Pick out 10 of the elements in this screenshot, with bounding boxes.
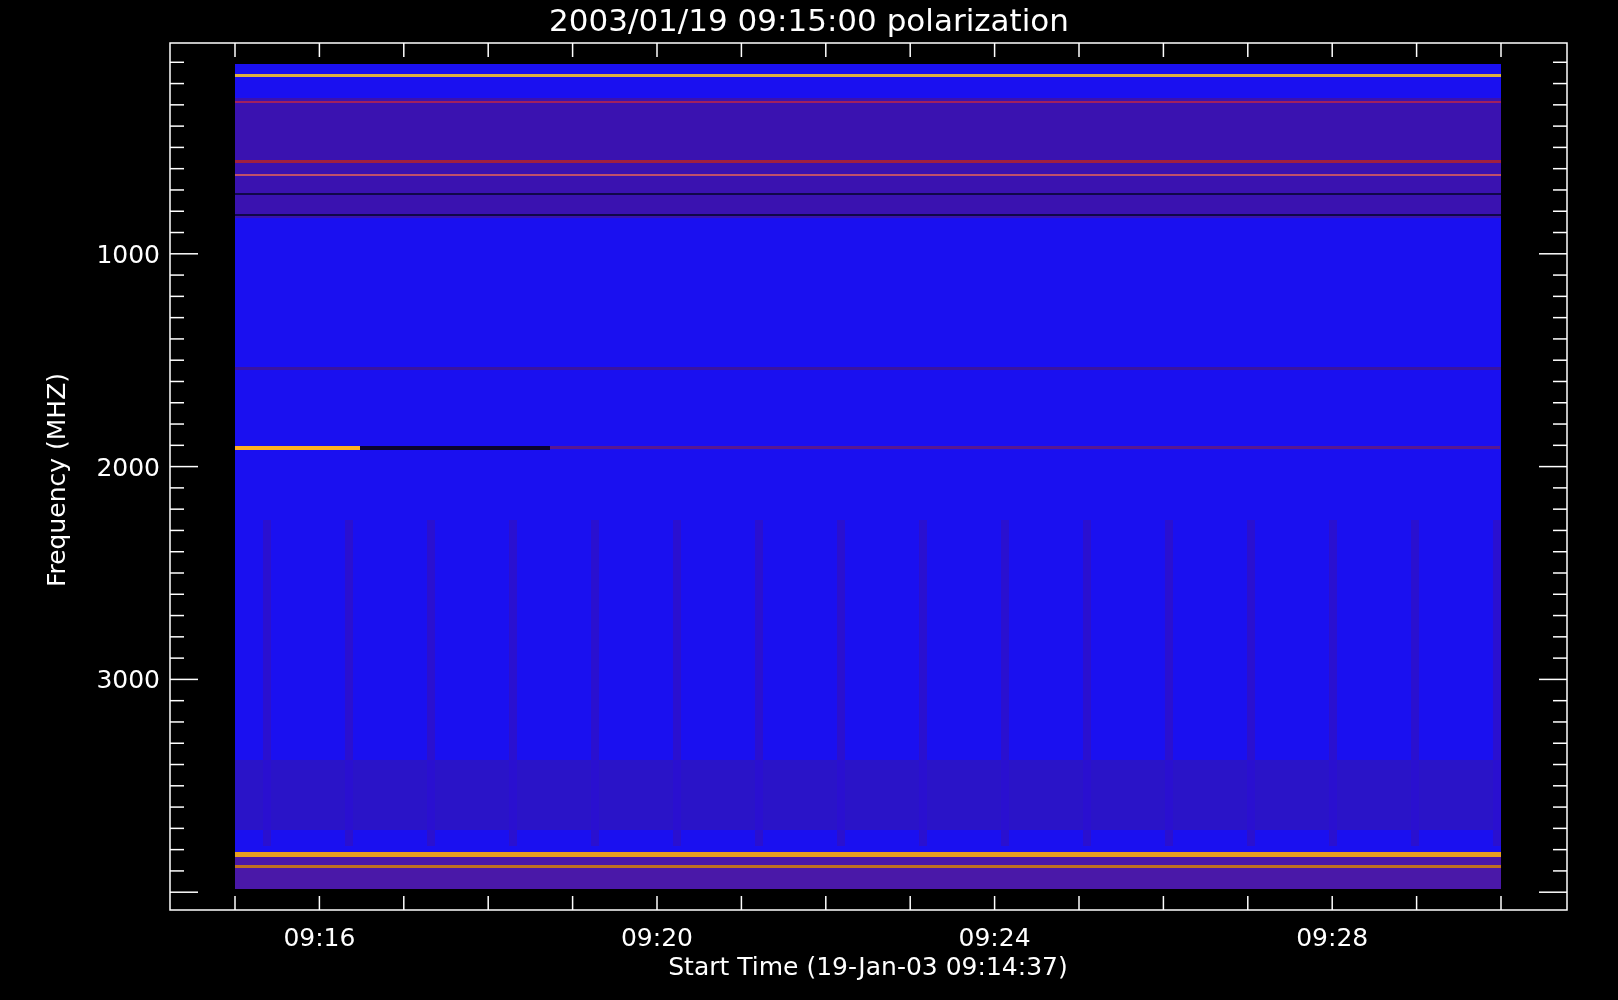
chart-title: 2003/01/19 09:15:00 polarization [549, 2, 1069, 38]
x-tick-label: 09:24 [958, 923, 1031, 952]
y-tick-label: 3000 [96, 665, 160, 695]
y-tick-label: 1000 [96, 239, 160, 269]
x-tick-label: 09:28 [1296, 923, 1369, 952]
x-tick-label: 09:20 [621, 923, 693, 952]
y-tick-label: 2000 [96, 452, 160, 482]
x-tick-label: 09:16 [283, 923, 356, 952]
y-axis-label: Frequency (MHZ) [42, 372, 71, 588]
x-axis-label: Start Time (19-Jan-03 09:14:37) [668, 952, 1068, 981]
